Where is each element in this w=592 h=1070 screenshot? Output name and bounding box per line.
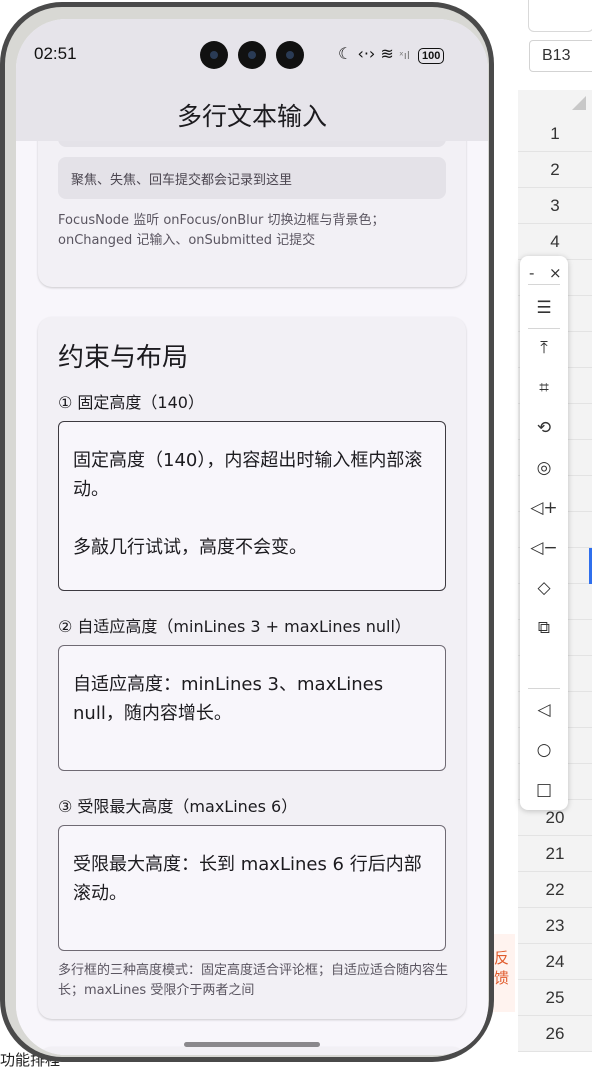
max-lines-textarea[interactable]: 受限最大高度：长到 maxLines 6 行后内部滚动。 [58, 825, 446, 951]
front-camera-icon [200, 41, 228, 69]
toolbar-divider [528, 328, 560, 329]
front-camera-icon [238, 41, 266, 69]
row-header[interactable]: 1 [518, 116, 592, 152]
max-lines-label: ③ 受限最大高度（maxLines 6） [58, 797, 298, 816]
signal-icon: ˣıl [398, 49, 410, 62]
crop-icon[interactable]: ⌗ [520, 376, 568, 400]
phone-screen: 02:51 ☾ ‹·› ≋ ˣıl 100 多行文本输入 聚焦、失焦、回车提交都… [16, 19, 488, 1055]
screenshot-icon[interactable]: ⧉ [520, 616, 568, 640]
menu-icon[interactable]: ☰ [520, 296, 568, 320]
row-header[interactable]: 4 [518, 224, 592, 260]
fixed-height-label: ① 固定高度（140） [58, 393, 204, 412]
layout-card-title: 约束与布局 [58, 343, 189, 373]
moon-icon: ☾ [338, 44, 353, 63]
toolbar-divider [528, 688, 560, 689]
volume-down-icon[interactable]: ◁− [520, 536, 568, 560]
adaptive-height-textarea[interactable]: 自适应高度：minLines 3、maxLines null，随内容增长。 [58, 645, 446, 771]
row-header[interactable]: 21 [518, 836, 592, 872]
link-icon: ‹·› [357, 44, 376, 63]
row-header[interactable]: 24 [518, 944, 592, 980]
toolbar-divider [528, 284, 560, 285]
status-bar: 02:51 ☾ ‹·› ≋ ˣıl 100 [16, 19, 488, 89]
close-icon[interactable]: × [549, 264, 562, 282]
phone-bezel: 02:51 ☾ ‹·› ≋ ˣıl 100 多行文本输入 聚焦、失焦、回车提交都… [5, 7, 489, 1057]
battery-icon: 100 [418, 48, 445, 64]
back-icon[interactable]: ◁ [520, 698, 568, 722]
focus-card-note: FocusNode 监听 onFocus/onBlur 切换边框与背景色；onC… [58, 213, 385, 248]
status-icons: ☾ ‹·› ≋ ˣıl 100 [338, 44, 445, 64]
status-time: 02:51 [34, 44, 77, 63]
rotate-icon[interactable]: ⟲ [520, 416, 568, 440]
pin-top-icon[interactable]: ⤒ [520, 336, 568, 360]
cell-reference-box[interactable]: B13 [529, 40, 592, 72]
screen-record-icon[interactable]: ◎ [520, 456, 568, 480]
front-camera-icon [276, 41, 304, 69]
floating-toolbar: - × ☰ ⤒ ⌗ ⟲ ◎ ◁+ ◁− ◇ ⧉ ◁ ○ □ [520, 256, 568, 810]
wifi-icon: ≋ [380, 44, 394, 63]
row-header[interactable]: 3 [518, 188, 592, 224]
page-title: 多行文本输入 [176, 102, 327, 131]
layout-card-note: 多行框的三种高度模式：固定高度适合评论框；自适应适合随内容生长；maxLines… [58, 963, 449, 998]
row-header[interactable]: 2 [518, 152, 592, 188]
volume-up-icon[interactable]: ◁+ [520, 496, 568, 520]
focus-card: 聚焦、失焦、回车提交都会记录到这里 FocusNode 监听 onFocus/o… [38, 141, 466, 287]
row-header[interactable]: 25 [518, 980, 592, 1016]
recents-icon[interactable]: □ [520, 778, 568, 802]
focus-text-field[interactable] [58, 141, 446, 147]
row-header[interactable]: 22 [518, 872, 592, 908]
event-log-box: 聚焦、失焦、回车提交都会记录到这里 [58, 157, 446, 199]
fixed-height-textarea[interactable]: 固定高度（140），内容超出时输入框内部滚动。 多敲几行试试，高度不会变。 [58, 421, 446, 591]
row-header[interactable]: 26 [518, 1016, 592, 1052]
next-card [38, 1047, 466, 1055]
scroll-content[interactable]: 聚焦、失焦、回车提交都会记录到这里 FocusNode 监听 onFocus/o… [16, 141, 488, 1055]
home-indicator[interactable] [184, 1042, 320, 1047]
minimize-icon[interactable]: - [529, 264, 534, 282]
home-icon[interactable]: ○ [520, 738, 568, 762]
shake-icon[interactable]: ◇ [520, 576, 568, 600]
app-bar: 多行文本输入 [16, 89, 488, 141]
row-header[interactable]: 23 [518, 908, 592, 944]
adaptive-height-label: ② 自适应高度（minLines 3 + maxLines null） [58, 617, 411, 636]
select-all-triangle-icon [572, 96, 586, 110]
layout-card: 约束与布局 ① 固定高度（140） 固定高度（140），内容超出时输入框内部滚动… [38, 317, 466, 1019]
sheet-toolbar-button[interactable] [528, 0, 592, 32]
phone-frame: 02:51 ☾ ‹·› ≋ ˣıl 100 多行文本输入 聚焦、失焦、回车提交都… [0, 2, 494, 1062]
